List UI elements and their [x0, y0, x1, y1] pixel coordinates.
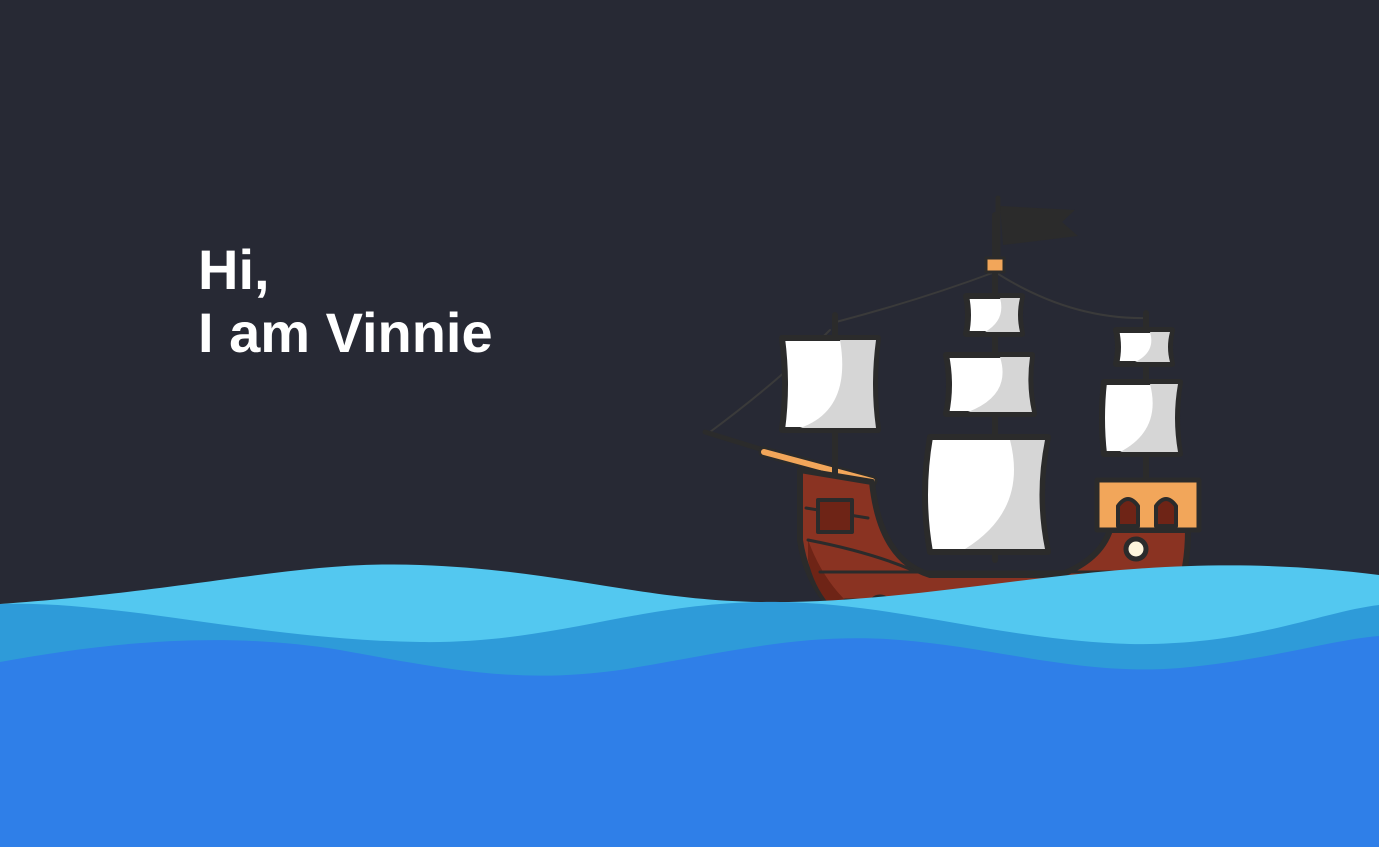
- ocean-scene: [0, 195, 1379, 847]
- crows-nest: [984, 256, 1006, 274]
- hero-section: Hi, I am Vinnie: [0, 0, 1379, 847]
- flag-icon: [995, 195, 1078, 265]
- rigging: [709, 271, 1149, 433]
- bowsprit: [702, 429, 878, 487]
- ocean-waves: [0, 564, 1379, 847]
